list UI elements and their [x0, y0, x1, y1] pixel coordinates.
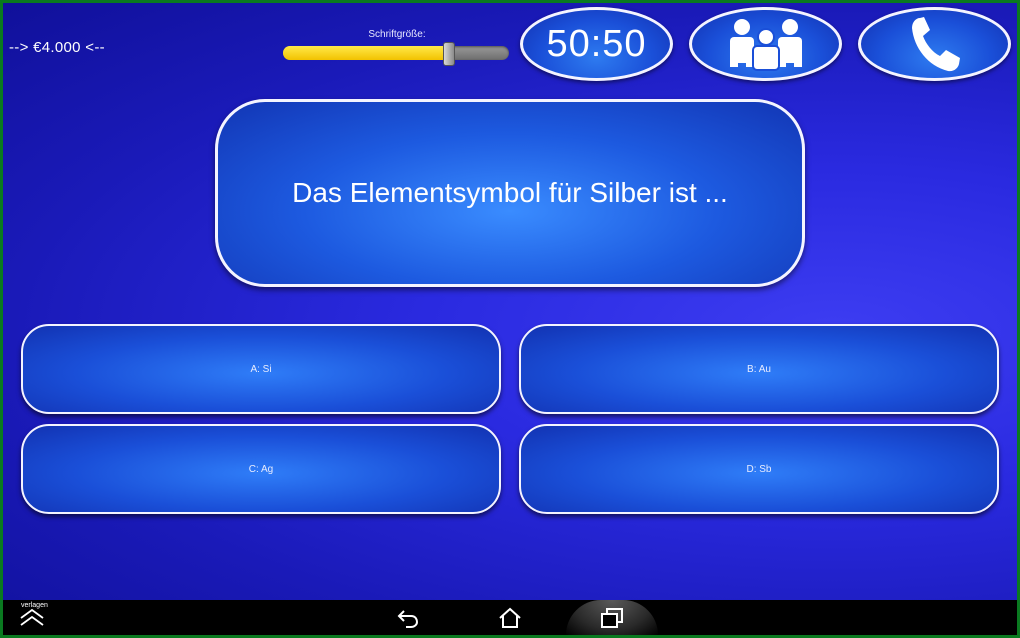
font-size-label: Schriftgröße:	[368, 29, 426, 40]
audience-people-icon	[729, 19, 802, 71]
font-size-slider[interactable]: Schriftgröße:	[283, 29, 511, 66]
fifty-fifty-joker-button[interactable]: 50:50	[520, 7, 673, 81]
phone-joker-button[interactable]	[858, 7, 1011, 81]
answer-a-label: A: Si	[250, 363, 272, 375]
prize-level: --> €4.000 <--	[9, 39, 105, 56]
slider-thumb[interactable]	[442, 42, 455, 66]
slider-track[interactable]	[283, 42, 509, 66]
home-up-icon[interactable]	[19, 608, 45, 628]
back-icon[interactable]	[396, 607, 420, 629]
answer-d-label: D: Sb	[746, 463, 772, 475]
fifty-fifty-label: 50:50	[546, 22, 647, 65]
answer-b-button[interactable]: B: Au	[519, 324, 999, 414]
answer-b-label: B: Au	[747, 363, 771, 375]
recent-apps-icon[interactable]	[600, 607, 624, 629]
slider-fill	[283, 46, 448, 60]
answer-c-label: C: Ag	[248, 463, 274, 475]
answer-a-button[interactable]: A: Si	[21, 324, 501, 414]
phone-icon	[911, 17, 960, 72]
game-screen: --> €4.000 <-- Schriftgröße: 50:50 Das E…	[3, 3, 1017, 600]
answer-d-button[interactable]: D: Sb	[519, 424, 999, 514]
answer-c-button[interactable]: C: Ag	[21, 424, 501, 514]
question-text: Das Elementsymbol für Silber ist ...	[292, 177, 728, 208]
home-icon[interactable]	[498, 606, 522, 630]
question-box: Das Elementsymbol für Silber ist ...	[215, 99, 805, 287]
system-navigation-bar: verlagen	[3, 600, 1017, 635]
audience-joker-button[interactable]	[689, 7, 842, 81]
